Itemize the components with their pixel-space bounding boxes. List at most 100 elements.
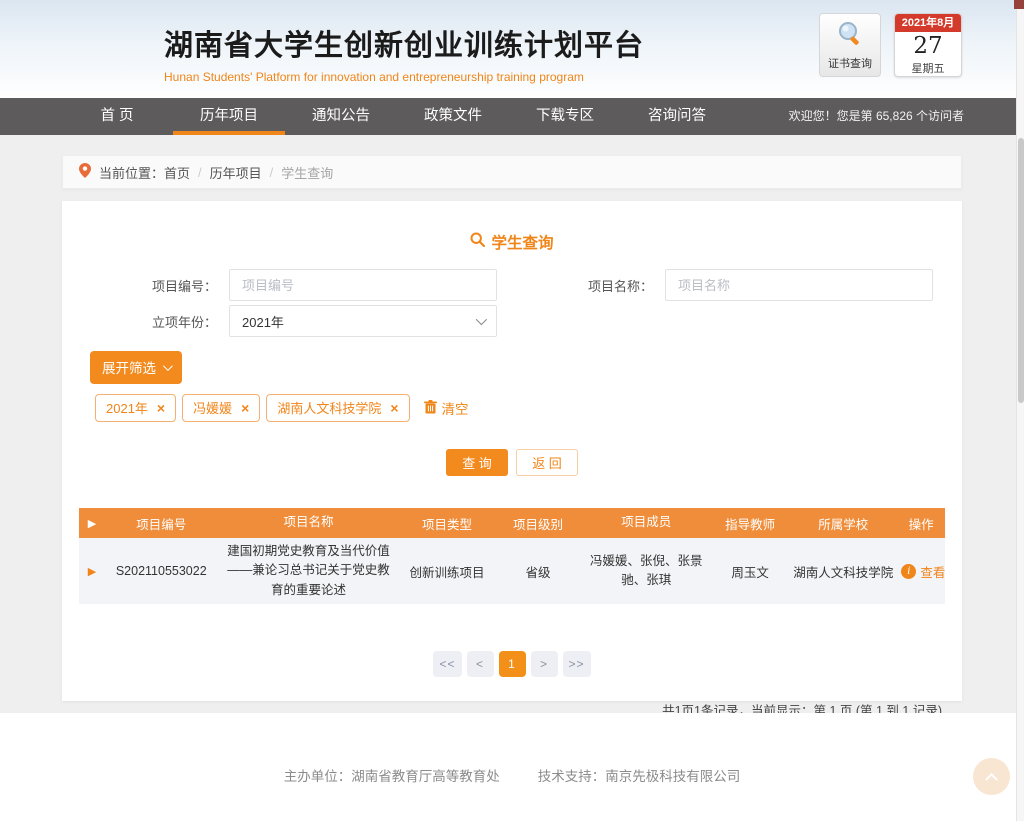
row-project-type: 创新训练项目 — [399, 562, 494, 581]
year-select-value: 2021年 — [242, 312, 284, 331]
scrollbar-thumb[interactable] — [1018, 138, 1024, 403]
col-action: 操作 — [897, 514, 945, 533]
year-select[interactable]: 2021年 — [229, 305, 497, 337]
scrollbar-top-cap — [1014, 0, 1024, 9]
brand: 湖南省大学生创新创业训练计划平台 Hunan Students' Platfor… — [164, 22, 644, 84]
query-button[interactable]: 查 询 — [446, 449, 508, 476]
project-no-label: 项目编号： — [79, 276, 229, 295]
breadcrumb-separator: / — [198, 165, 202, 180]
col-project-no: 项目编号 — [105, 514, 218, 533]
footer-host: 主办单位：湖南省教育厅高等教育处 — [284, 765, 500, 785]
chevron-down-icon — [476, 314, 487, 325]
filter-tags: 2021年 × 冯媛媛 × 湖南人文科技学院 × 清空 — [95, 394, 945, 422]
close-icon[interactable]: × — [390, 401, 398, 415]
page-last-button[interactable]: >> — [563, 651, 591, 677]
nav-item-qa[interactable]: 咨询问答 — [621, 98, 733, 135]
nav-item-label: 通知公告 — [312, 108, 370, 124]
filter-tag-student[interactable]: 冯媛媛 × — [182, 394, 260, 422]
back-button[interactable]: 返 回 — [516, 449, 578, 476]
row-school: 湖南人文科技学院 — [789, 562, 897, 581]
section-title-text: 学生查询 — [491, 231, 553, 253]
project-name-label: 项目名称： — [497, 276, 665, 295]
col-project-level: 项目级别 — [495, 514, 582, 533]
results-table: ▶ 项目编号 项目名称 项目类型 项目级别 项目成员 指导教师 所属学校 操作 … — [79, 508, 945, 604]
close-icon[interactable]: × — [157, 401, 165, 415]
cert-search-icon — [836, 20, 864, 53]
nav-item-label: 下载专区 — [536, 108, 594, 124]
col-project-name: 项目名称 — [218, 513, 400, 532]
breadcrumb-current: 学生查询 — [281, 163, 333, 182]
site-header: 湖南省大学生创新创业训练计划平台 Hunan Students' Platfor… — [0, 0, 1024, 98]
search-icon — [470, 232, 485, 252]
row-expand-icon[interactable]: ▶ — [79, 564, 105, 578]
tag-label: 冯媛媛 — [193, 398, 232, 417]
row-advisor: 周玉文 — [711, 562, 789, 581]
chevron-down-icon — [163, 361, 173, 371]
col-project-type: 项目类型 — [399, 514, 494, 533]
clear-filters-button[interactable]: 清空 — [424, 398, 469, 418]
breadcrumb-separator: / — [270, 165, 274, 180]
cert-button-label: 证书查询 — [828, 55, 872, 71]
trash-icon — [424, 400, 437, 417]
col-members: 项目成员 — [581, 513, 711, 532]
page-number-current[interactable]: 1 — [499, 651, 526, 677]
close-icon[interactable]: × — [241, 401, 249, 415]
filter-tag-year[interactable]: 2021年 × — [95, 394, 176, 422]
nav-item-label: 政策文件 — [424, 108, 482, 124]
scrollbar-track[interactable] — [1016, 0, 1024, 821]
tag-label: 湖南人文科技学院 — [277, 398, 381, 417]
row-project-name: 建国初期党史教育及当代价值——兼论习总书记关于党史教育的重要论述 — [218, 542, 400, 600]
row-project-level: 省级 — [495, 562, 582, 581]
nav-item-home[interactable]: 首 页 — [61, 98, 173, 135]
page-next-button[interactable]: > — [531, 651, 558, 677]
form-actions: 查 询 返 回 — [79, 449, 945, 476]
project-name-input[interactable] — [665, 269, 933, 301]
page-prev-button[interactable]: < — [467, 651, 494, 677]
chevron-up-icon — [985, 773, 998, 786]
footer-text: 主办单位：湖南省教育厅高等教育处 技术支持：南京先极科技有限公司 — [0, 713, 1024, 785]
table-header-row: ▶ 项目编号 项目名称 项目类型 项目级别 项目成员 指导教师 所属学校 操作 — [79, 508, 945, 538]
site-subtitle: Hunan Students' Platform for innovation … — [164, 70, 644, 84]
row-action-cell: i 查看 — [897, 562, 945, 581]
project-no-input[interactable] — [229, 269, 497, 301]
back-to-top-button[interactable] — [973, 758, 1010, 795]
visitor-counter: 欢迎您！您是第 65,826 个访问者 — [789, 98, 1024, 135]
pagination: << < 1 > >> — [79, 651, 945, 677]
year-label: 立项年份： — [79, 312, 229, 331]
calendar-widget: 2021年8月 27 星期五 — [894, 13, 962, 77]
nav-item-label: 咨询问答 — [648, 108, 706, 124]
section-title: 学生查询 — [79, 231, 945, 253]
page-body: 当前位置：首页 / 历年项目 / 学生查询 学生查询 项目编号： 项目名称： 立… — [0, 135, 1024, 713]
view-button[interactable]: i 查看 — [901, 562, 945, 581]
col-advisor: 指导教师 — [711, 514, 789, 533]
location-pin-icon — [79, 163, 91, 181]
certificate-query-button[interactable]: 证书查询 — [819, 13, 881, 77]
breadcrumb-section[interactable]: 历年项目 — [210, 163, 262, 182]
nav-item-downloads[interactable]: 下载专区 — [509, 98, 621, 135]
nav-item-label: 历年项目 — [200, 108, 258, 124]
calendar-weekday: 星期五 — [895, 60, 961, 76]
clear-label: 清空 — [442, 398, 469, 418]
expand-filter-button[interactable]: 展开筛选 — [90, 351, 182, 384]
form-row-2: 立项年份： 2021年 — [79, 305, 945, 337]
footer-tech: 技术支持：南京先极科技有限公司 — [538, 765, 741, 785]
nav-item-past-projects[interactable]: 历年项目 — [173, 98, 285, 135]
site-footer: 主办单位：湖南省教育厅高等教育处 技术支持：南京先极科技有限公司 — [0, 713, 1024, 821]
nav-item-policies[interactable]: 政策文件 — [397, 98, 509, 135]
row-project-no: S202110553022 — [105, 564, 218, 578]
breadcrumb-home[interactable]: 当前位置：首页 — [99, 163, 190, 182]
filter-tag-school[interactable]: 湖南人文科技学院 × — [266, 394, 409, 422]
nav-item-notices[interactable]: 通知公告 — [285, 98, 397, 135]
expand-all-icon[interactable]: ▶ — [79, 516, 105, 530]
breadcrumb: 当前位置：首页 / 历年项目 / 学生查询 — [62, 155, 962, 189]
main-nav: 首 页 历年项目 通知公告 政策文件 下载专区 咨询问答 欢迎您！您是第 65,… — [0, 98, 1024, 135]
info-icon: i — [901, 564, 916, 579]
page-first-button[interactable]: << — [433, 651, 461, 677]
nav-item-label: 首 页 — [100, 108, 133, 124]
calendar-day: 27 — [895, 32, 961, 60]
expand-filter-label: 展开筛选 — [102, 357, 156, 377]
header-widgets: 证书查询 2021年8月 27 星期五 — [819, 13, 962, 77]
view-label: 查看 — [920, 562, 945, 581]
row-members: 冯媛媛、张倪、张景驰、张琪 — [581, 552, 711, 591]
calendar-month: 2021年8月 — [895, 14, 961, 32]
